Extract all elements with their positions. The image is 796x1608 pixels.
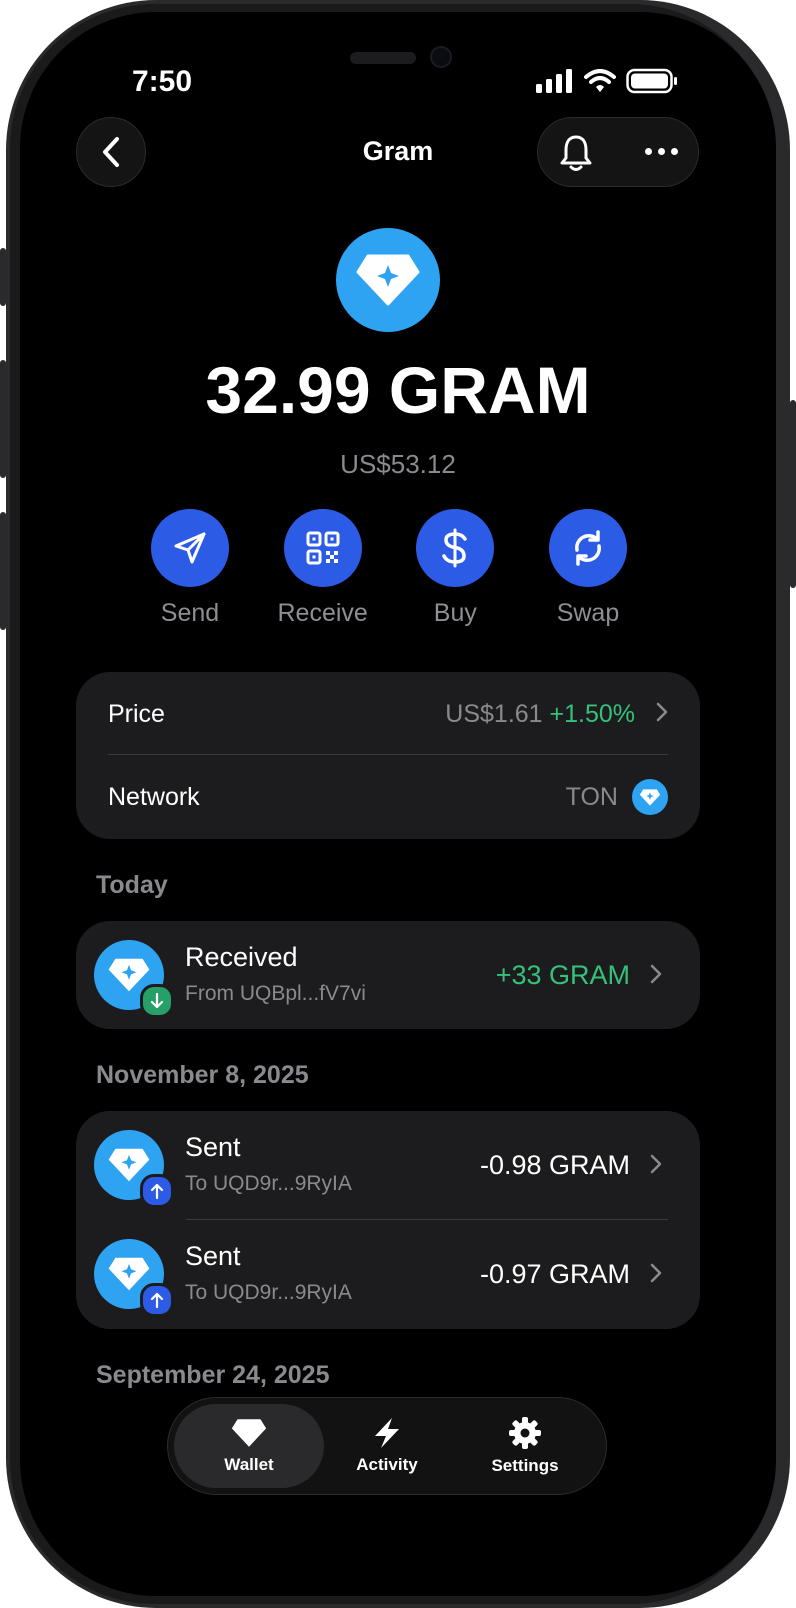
token-balance: 32.99 GRAM <box>205 353 591 427</box>
power-button <box>790 400 796 588</box>
transaction-amount: +33 GRAM <box>495 960 630 990</box>
sent-badge <box>140 1174 174 1208</box>
dollar-icon <box>442 528 468 568</box>
transaction-amount: -0.97 GRAM <box>479 1259 630 1289</box>
wallet-gem-icon <box>231 1419 267 1447</box>
send-label: Send <box>160 599 220 627</box>
swap-button-circle <box>548 509 627 587</box>
gram-token-logo <box>336 228 440 332</box>
network-value: TON <box>565 782 618 811</box>
price-change: +1.50% <box>549 699 636 728</box>
tab-wallet-label: Wallet <box>224 1455 274 1474</box>
arrow-down-icon <box>150 993 164 1009</box>
wifi-icon <box>584 69 616 92</box>
transaction-title: Sent <box>185 1132 241 1162</box>
fiat-balance: US$53.12 <box>340 449 456 479</box>
swap-button[interactable]: Swap <box>538 509 638 628</box>
section-date-nov-8: November 8, 2025 <box>96 1061 309 1089</box>
network-row: Network TON <box>108 756 668 838</box>
received-badge <box>140 984 174 1018</box>
transactions-card-today: Received From UQBpl...fV7vi +33 GRAM <box>76 921 700 1029</box>
action-buttons: Send Receive Buy Swap <box>140 509 638 628</box>
receive-button[interactable]: Receive <box>273 509 373 628</box>
bell-icon <box>560 135 592 171</box>
bottom-tab-bar: Wallet Activity Settings <box>167 1397 607 1495</box>
volume-up-button <box>0 360 6 478</box>
buy-button[interactable]: Buy <box>405 509 505 628</box>
tab-settings-label: Settings <box>491 1456 559 1475</box>
tab-settings[interactable]: Settings <box>450 1404 600 1488</box>
lightning-icon <box>375 1418 399 1448</box>
header-actions <box>537 117 699 187</box>
tab-activity-label: Activity <box>356 1455 418 1474</box>
send-button[interactable]: Send <box>140 509 240 628</box>
section-date-sep-24: September 24, 2025 <box>96 1361 330 1389</box>
transaction-title: Sent <box>185 1241 241 1271</box>
receive-button-circle <box>283 509 362 587</box>
more-dot-icon <box>658 148 665 155</box>
mute-switch <box>0 248 6 306</box>
chevron-right-icon <box>650 1154 662 1174</box>
app-screen: 7:50 Gram 32.99 GRAM US$53.12 Send Recei… <box>20 12 776 1596</box>
status-time: 7:50 <box>132 65 193 98</box>
sent-badge <box>140 1283 174 1317</box>
transaction-row[interactable]: Sent To UQD9r...9RyIA -0.97 GRAM <box>94 1221 682 1327</box>
transaction-counterparty: To UQD9r...9RyIA <box>185 1281 352 1304</box>
status-icons <box>536 68 678 94</box>
send-icon <box>174 532 206 564</box>
transaction-row[interactable]: Sent To UQD9r...9RyIA -0.98 GRAM <box>94 1112 682 1218</box>
tab-wallet[interactable]: Wallet <box>174 1404 324 1488</box>
price-value: US$1.61 <box>445 699 543 728</box>
chevron-right-icon <box>656 702 668 721</box>
swap-icon <box>575 530 601 566</box>
token-info-card: Price US$1.61 +1.50% Network TON <box>76 672 700 839</box>
notifications-button[interactable] <box>558 133 594 178</box>
more-dot-icon <box>645 148 652 155</box>
info-divider <box>108 754 668 755</box>
send-button-circle <box>151 509 229 587</box>
qr-code-icon <box>306 531 340 565</box>
dynamic-island-speaker <box>350 52 416 64</box>
price-label: Price <box>108 699 165 728</box>
front-camera <box>430 46 452 68</box>
swap-label: Swap <box>556 599 620 627</box>
price-row[interactable]: Price US$1.61 +1.50% <box>108 673 668 755</box>
transaction-counterparty: To UQD9r...9RyIA <box>185 1172 352 1195</box>
transaction-row[interactable]: Received From UQBpl...fV7vi +33 GRAM <box>94 922 682 1028</box>
cellular-signal-icon <box>536 69 572 93</box>
section-date-today: Today <box>96 871 168 899</box>
transaction-counterparty: From UQBpl...fV7vi <box>185 982 366 1005</box>
price-value-group: US$1.61 +1.50% <box>445 700 668 729</box>
gem-icon <box>356 254 420 306</box>
ton-network-icon <box>632 779 668 815</box>
arrow-up-icon <box>150 1292 164 1308</box>
buy-label: Buy <box>433 599 477 627</box>
transaction-divider <box>186 1219 668 1220</box>
chevron-right-icon <box>650 964 662 984</box>
transactions-card-nov-8: Sent To UQD9r...9RyIA -0.98 GRAM Sent To <box>76 1111 700 1329</box>
more-options-button[interactable] <box>645 148 678 155</box>
transaction-amount: -0.98 GRAM <box>479 1150 630 1180</box>
tab-activity[interactable]: Activity <box>312 1404 462 1488</box>
chevron-right-icon <box>650 1263 662 1283</box>
transaction-title: Received <box>185 942 298 972</box>
network-label: Network <box>108 782 200 811</box>
volume-down-button <box>0 512 6 630</box>
more-dot-icon <box>671 148 678 155</box>
arrow-up-icon <box>150 1183 164 1199</box>
receive-label: Receive <box>277 599 368 627</box>
battery-icon <box>626 68 677 94</box>
gear-icon <box>509 1417 541 1449</box>
buy-button-circle <box>416 509 495 587</box>
network-value-group: TON <box>566 779 668 815</box>
